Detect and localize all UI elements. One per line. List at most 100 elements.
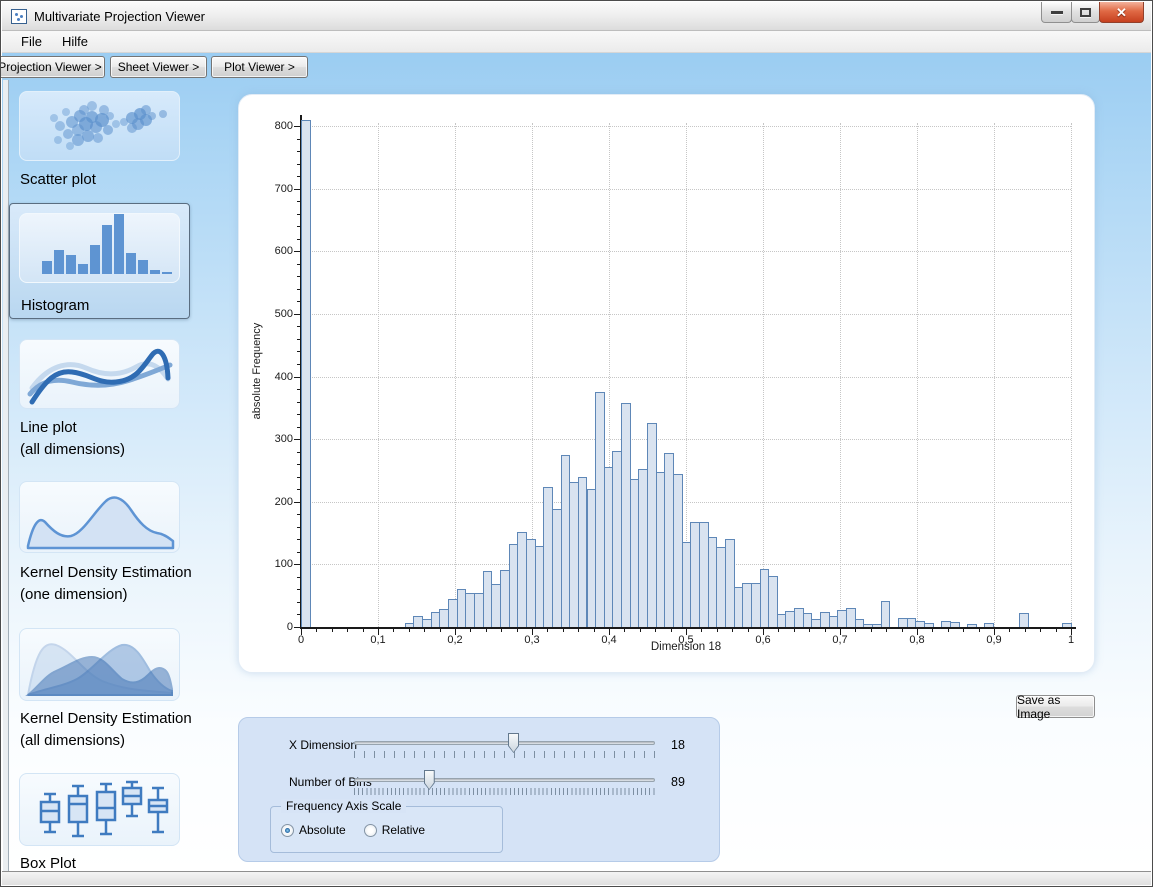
sidebar-gutter	[3, 80, 9, 872]
sheet-viewer-button[interactable]: Sheet Viewer >	[110, 56, 207, 78]
save-as-image-button[interactable]: Save as Image	[1016, 695, 1095, 718]
number-of-bins-slider[interactable]	[354, 778, 655, 782]
y-axis-tick	[294, 314, 301, 315]
minimize-button[interactable]	[1041, 2, 1072, 23]
sidebar-item-kde-all-dimensions[interactable]	[19, 628, 180, 701]
close-button[interactable]: ✕	[1099, 2, 1144, 23]
radio-absolute[interactable]: Absolute	[281, 823, 346, 837]
x-axis-tick	[424, 628, 425, 632]
x-axis-tick	[363, 628, 364, 632]
box-plot-icon	[20, 774, 179, 845]
close-icon: ✕	[1116, 6, 1127, 19]
x-axis-tick	[655, 628, 656, 632]
x-axis-tick	[763, 628, 764, 635]
content-area: Projection Viewer > Sheet Viewer > Plot …	[2, 53, 1151, 872]
sidebar-item-scatter-plot[interactable]	[19, 91, 180, 161]
y-axis-tick	[294, 439, 301, 440]
maximize-icon	[1080, 8, 1091, 17]
y-tick-label: 300	[249, 433, 293, 445]
x-axis-tick	[886, 628, 887, 632]
frequency-axis-scale-options: Absolute Relative	[281, 823, 425, 837]
radio-relative-icon	[364, 824, 377, 837]
plot-viewer-button[interactable]: Plot Viewer >	[211, 56, 308, 78]
histogram-bar	[967, 624, 977, 627]
y-axis-tick	[294, 627, 301, 628]
x-axis-tick	[671, 628, 672, 632]
number-of-bins-slider-thumb[interactable]	[424, 770, 435, 790]
histogram-bar	[950, 622, 960, 627]
window-controls: ✕	[1042, 2, 1144, 23]
y-axis-tick	[294, 564, 301, 565]
x-axis-tick	[732, 628, 733, 632]
x-axis-tick	[902, 628, 903, 632]
sidebar-item-histogram[interactable]: Histogram	[9, 203, 190, 319]
menu-file[interactable]: File	[11, 32, 52, 52]
y-tick-label: 600	[249, 245, 293, 257]
sidebar-item-box-plot[interactable]	[19, 773, 180, 846]
sidebar-label-histogram: Histogram	[21, 297, 89, 314]
gridline	[1071, 123, 1072, 627]
gridline	[378, 123, 379, 627]
x-tick-label: 0,1	[358, 634, 398, 646]
x-axis-tick	[825, 628, 826, 632]
histogram-bar	[301, 120, 311, 627]
x-axis-tick	[932, 628, 933, 632]
x-axis-tick	[409, 628, 410, 632]
y-tick-label: 100	[249, 558, 293, 570]
x-axis-tick	[501, 628, 502, 632]
radio-relative[interactable]: Relative	[364, 823, 425, 837]
x-axis-tick	[1071, 628, 1072, 635]
sidebar-item-line-plot[interactable]	[19, 339, 180, 409]
x-axis-tick	[609, 628, 610, 635]
y-axis-tick	[294, 189, 301, 190]
x-axis-line	[300, 627, 1076, 629]
maximize-button[interactable]	[1071, 2, 1100, 23]
x-axis-tick	[717, 628, 718, 632]
histogram-bar	[1062, 623, 1072, 627]
x-tick-label: 0,4	[589, 634, 629, 646]
x-axis-tick	[455, 628, 456, 635]
histogram-bar	[924, 623, 934, 627]
sidebar-label-line-plot: Line plot	[20, 419, 77, 436]
x-dimension-slider[interactable]	[354, 741, 655, 745]
title-bar: Multivariate Projection Viewer ✕	[2, 2, 1151, 31]
window-bottom-frame	[2, 871, 1151, 885]
x-tick-label: 0,9	[974, 634, 1014, 646]
gridline	[763, 123, 764, 627]
menu-hilfe[interactable]: Hilfe	[52, 32, 98, 52]
scatter-plot-icon	[20, 92, 179, 160]
sidebar-item-kde-one-dimension[interactable]	[19, 481, 180, 553]
x-axis-tick	[855, 628, 856, 632]
x-tick-label: 0	[281, 634, 321, 646]
x-axis-tick	[347, 628, 348, 632]
frequency-axis-scale-groupbox: Frequency Axis Scale Absolute Relative	[270, 806, 503, 853]
sidebar-label-scatter-plot: Scatter plot	[20, 171, 96, 188]
x-axis-tick	[871, 628, 872, 632]
line-plot-icon	[20, 340, 179, 408]
x-axis-tick	[1025, 628, 1026, 632]
x-axis-tick	[948, 628, 949, 632]
x-tick-label: 0,8	[897, 634, 937, 646]
gridline	[994, 123, 995, 627]
x-dimension-value: 18	[671, 738, 711, 752]
x-axis-tick	[917, 628, 918, 635]
y-tick-label: 700	[249, 183, 293, 195]
y-tick-label: 400	[249, 371, 293, 383]
y-tick-label: 0	[249, 621, 293, 633]
y-axis-tick	[294, 251, 301, 252]
sidebar-label-kde-all-dimensions: Kernel Density Estimation	[20, 710, 192, 727]
x-axis-tick	[748, 628, 749, 632]
x-dimension-slider-thumb[interactable]	[508, 733, 519, 753]
menu-bar: File Hilfe	[2, 31, 1151, 53]
x-tick-label: 0,6	[743, 634, 783, 646]
projection-viewer-button[interactable]: Projection Viewer >	[0, 56, 105, 78]
histogram-plot: absolute Frequency Dimension 18 01002003…	[239, 95, 1094, 672]
x-axis-tick	[1009, 628, 1010, 632]
histogram-bar	[1019, 613, 1029, 627]
x-axis-tick	[979, 628, 980, 632]
minimize-icon	[1051, 11, 1063, 14]
x-axis-tick	[563, 628, 564, 632]
app-icon	[11, 9, 27, 24]
x-axis-tick	[532, 628, 533, 635]
histogram-bar	[881, 601, 891, 627]
